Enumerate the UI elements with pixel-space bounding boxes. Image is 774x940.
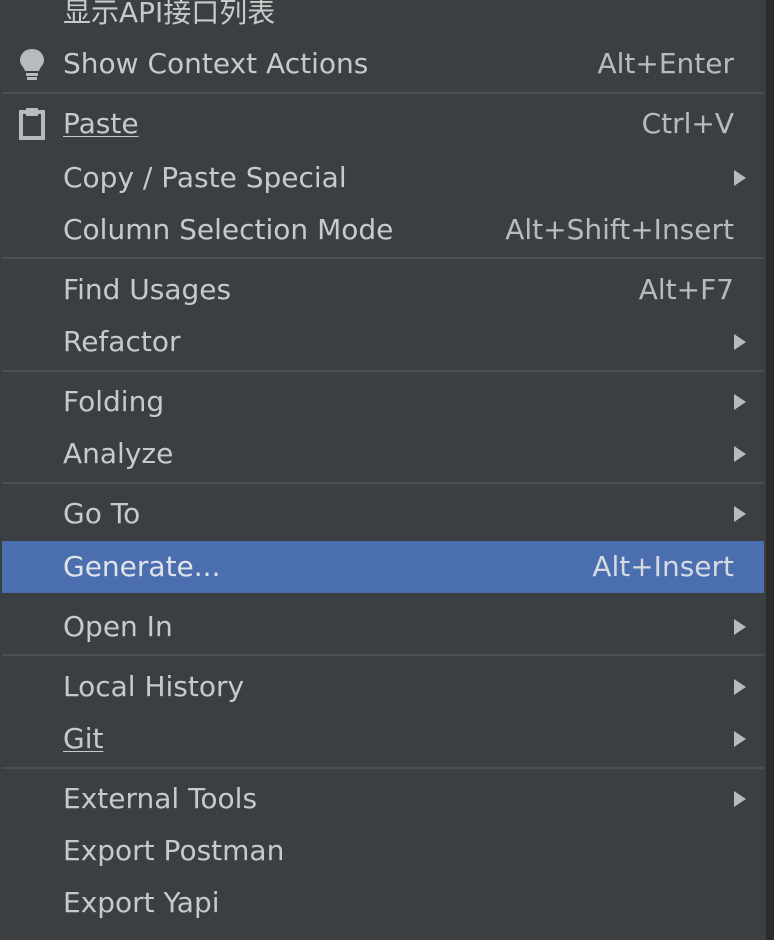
menu-item-label: External Tools (63, 782, 258, 815)
submenu-arrow-icon (734, 619, 746, 635)
menu-item-export-postman[interactable]: Export Postman (2, 825, 764, 877)
menu-item-label: Git (63, 722, 104, 755)
menu-item-label: Analyze (63, 437, 174, 470)
menu-item-show-context-actions[interactable]: Show Context Actions Alt+Enter (2, 38, 764, 90)
menu-item-label: Local History (63, 670, 245, 703)
lightbulb-icon (16, 46, 48, 82)
submenu-arrow-icon (734, 506, 746, 522)
menu-separator (2, 257, 764, 259)
submenu-arrow-icon (734, 731, 746, 747)
menu-item-local-history[interactable]: Local History (2, 661, 764, 713)
menu-item-folding[interactable]: Folding (2, 376, 764, 428)
menu-item-generate[interactable]: Generate... Alt+Insert (2, 541, 764, 593)
menu-item-shortcut: Alt+Shift+Insert (505, 213, 734, 246)
menu-item-label: Go To (63, 497, 141, 530)
menu-item-shortcut: Alt+Insert (592, 550, 734, 583)
menu-item-go-to[interactable]: Go To (2, 488, 764, 540)
submenu-arrow-icon (734, 791, 746, 807)
menu-separator (2, 92, 764, 94)
menu-separator (2, 654, 764, 656)
submenu-arrow-icon (734, 334, 746, 350)
menu-item-git[interactable]: Git (2, 713, 764, 765)
menu-item-label: 显示API接口列表 (63, 0, 276, 29)
menu-item-external-tools[interactable]: External Tools (2, 773, 764, 825)
menu-item-column-selection-mode[interactable]: Column Selection Mode Alt+Shift+Insert (2, 204, 764, 256)
menu-separator (2, 482, 764, 484)
menu-item-label: Show Context Actions (63, 47, 369, 80)
menu-item-label: Paste (63, 107, 139, 140)
menu-item-label: Refactor (63, 325, 181, 358)
menu-item-shortcut: Ctrl+V (641, 107, 734, 140)
menu-item-open-in[interactable]: Open In (2, 601, 764, 653)
menu-item-shortcut: Alt+Enter (597, 47, 734, 80)
submenu-arrow-icon (734, 446, 746, 462)
menu-item-label: Column Selection Mode (63, 213, 394, 246)
menu-item-api-list[interactable]: 显示API接口列表 (2, 0, 764, 39)
menu-item-label: Open In (63, 610, 173, 643)
menu-item-label: Find Usages (63, 273, 232, 306)
submenu-arrow-icon (734, 679, 746, 695)
clipboard-icon (16, 106, 48, 142)
menu-item-analyze[interactable]: Analyze (2, 428, 764, 480)
menu-item-export-yapi[interactable]: Export Yapi (2, 877, 764, 929)
submenu-arrow-icon (734, 394, 746, 410)
context-menu: 显示API接口列表 Show Context Actions Alt+Enter… (0, 0, 766, 940)
menu-item-label: Copy / Paste Special (63, 161, 347, 194)
menu-item-paste[interactable]: Paste Ctrl+V (2, 98, 764, 150)
menu-item-label: Generate... (63, 550, 221, 583)
menu-separator (2, 767, 764, 769)
menu-item-label: Folding (63, 385, 165, 418)
menu-item-shortcut: Alt+F7 (638, 273, 734, 306)
window-edge (766, 0, 774, 940)
menu-item-refactor[interactable]: Refactor (2, 316, 764, 368)
submenu-arrow-icon (734, 170, 746, 186)
menu-item-find-usages[interactable]: Find Usages Alt+F7 (2, 264, 764, 316)
menu-item-label: Export Yapi (63, 886, 220, 919)
menu-item-label: Export Postman (63, 834, 285, 867)
menu-item-copy-paste-special[interactable]: Copy / Paste Special (2, 152, 764, 204)
menu-separator (2, 370, 764, 372)
